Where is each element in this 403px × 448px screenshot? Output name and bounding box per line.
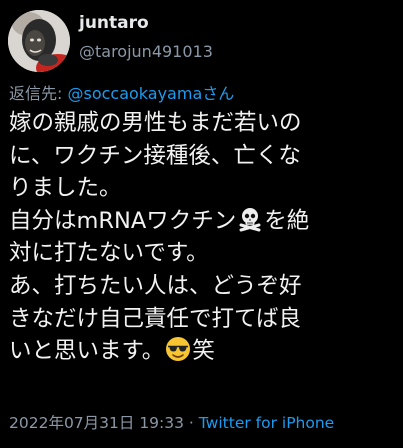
meta-separator: ·	[184, 414, 199, 432]
avatar-image	[8, 10, 70, 72]
tweet-source-link[interactable]: Twitter for iPhone	[199, 414, 334, 432]
reply-to-line: 返信先: @soccaokayamaさん	[9, 80, 234, 104]
tweet-text-segment: 笑	[192, 338, 215, 365]
tweet-text-line: 自分はmRNAワクチン を絶	[9, 205, 399, 238]
tweet-text-line: あ、打ちたい人は、どうぞ好	[9, 272, 302, 299]
reply-suffix[interactable]: さん	[202, 84, 234, 103]
tweet-text-line: りました。	[9, 175, 122, 202]
tweet: juntaro @tarojun491013 返信先: @soccaokayam…	[0, 0, 403, 448]
tweet-text-line: いと思います。 笑	[9, 335, 399, 368]
avatar[interactable]	[8, 10, 70, 72]
tweet-text-line: に、ワクチン接種後、亡くな	[9, 142, 301, 169]
tweet-text-segment: 自分はmRNAワクチン	[9, 207, 237, 234]
tweet-text-line: きなだけ自己責任で打てば良	[9, 305, 302, 332]
tweet-text-segment: を絶	[264, 207, 310, 234]
tweet-text-line: 対に打たないです。	[9, 240, 209, 267]
reply-mention-link[interactable]: @soccaokayama	[67, 84, 202, 103]
tweet-text-line: 嫁の親戚の男性もまだ若いの	[9, 110, 302, 136]
display-name[interactable]: juntaro	[79, 13, 149, 33]
tweet-meta: 2022年07月31日 19:33 · Twitter for iPhone	[9, 411, 334, 433]
tweet-text: 嫁の親戚の男性もまだ若いの に、ワクチン接種後、亡くな りました。 自分はmRN…	[9, 107, 399, 368]
sunglasses-face-icon	[165, 336, 191, 362]
skull-crossbones-icon	[237, 206, 263, 232]
tweet-timestamp[interactable]: 2022年07月31日 19:33	[9, 414, 184, 432]
reply-prefix: 返信先:	[9, 84, 68, 103]
tweet-text-segment: いと思います。	[9, 338, 165, 365]
user-handle[interactable]: @tarojun491013	[79, 42, 213, 61]
